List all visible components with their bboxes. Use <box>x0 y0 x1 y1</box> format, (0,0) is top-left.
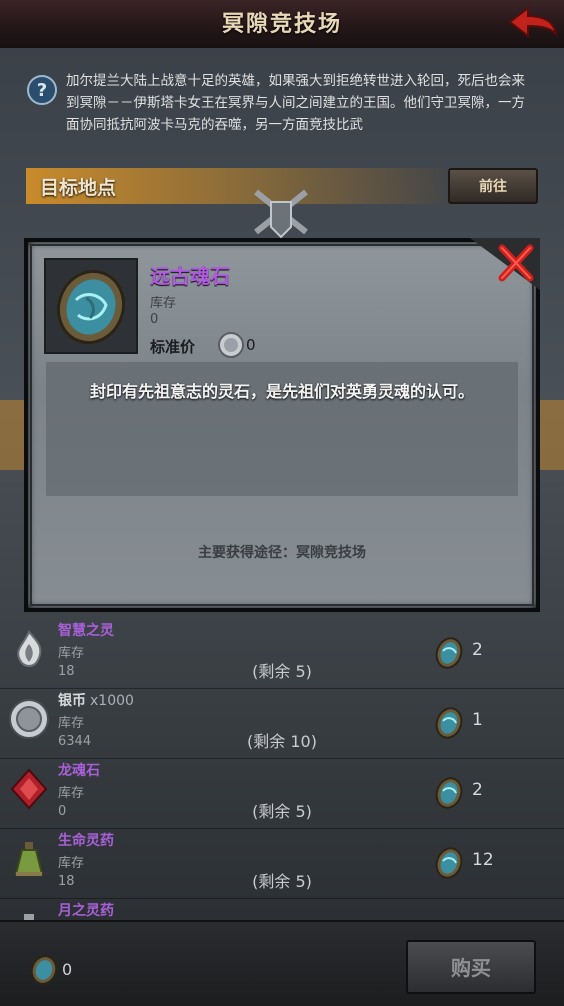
shop-item-remaining: (剩余 5) <box>252 872 312 891</box>
shop-item-quantity: x1000 <box>90 693 134 709</box>
item-price-value: 0 <box>246 336 256 354</box>
soulstone-cost-icon <box>432 706 466 740</box>
target-label: 目标地点 <box>40 177 117 199</box>
svg-text:?: ? <box>37 80 47 101</box>
silver-coin-icon <box>218 332 244 358</box>
currency-balance: 0 <box>62 960 73 979</box>
shop-item-cost: 1 <box>472 710 483 730</box>
arena-emblem-icon <box>236 182 326 242</box>
soulstone-cost-icon <box>432 776 466 810</box>
item-stock-value: 0 <box>150 312 159 327</box>
shop-item-remaining: (剩余 5) <box>252 662 312 681</box>
soulstone-currency-icon <box>28 954 60 986</box>
page-title: 冥隙竞技场 <box>221 12 342 37</box>
side-decor-left <box>0 400 24 470</box>
shop-item-name: 龙魂石 <box>58 763 100 779</box>
item-icon-frame <box>44 258 138 354</box>
shop-item-cost: 2 <box>472 640 483 660</box>
shop-item-remaining: (剩余 5) <box>252 802 312 821</box>
shop-item-remaining: (剩余 10) <box>247 732 317 751</box>
question-icon: ? <box>27 75 57 105</box>
side-decor-right <box>540 400 564 470</box>
shop-item-cost: 2 <box>472 780 483 800</box>
shop-item-name: 银币 x1000 <box>58 693 134 709</box>
item-stock-label: 库存 <box>150 296 177 311</box>
shop-item-name: 智慧之灵 <box>58 623 114 639</box>
shop-item-name: 月之灵药 <box>58 903 114 919</box>
soulstone-icon <box>57 269 125 345</box>
shop-item-name: 生命灵药 <box>58 833 114 849</box>
soulstone-cost-icon <box>432 636 466 670</box>
close-x-icon <box>470 238 540 290</box>
shop-item-cost: 12 <box>472 850 494 870</box>
back-arrow-icon <box>508 5 558 39</box>
modal-close-button[interactable] <box>470 238 540 290</box>
help-button[interactable]: ? <box>26 74 58 106</box>
soulstone-cost-icon <box>432 846 466 880</box>
back-button[interactable] <box>504 4 560 44</box>
intro-text: 加尔提兰大陆上战意十足的英雄，如果强大到拒绝转世进入轮回，死后也会来到冥隙－－伊… <box>66 73 525 133</box>
item-description: 封印有先祖意志的灵石，是先祖们对英勇灵魂的认可。 <box>89 382 474 401</box>
goto-button-label: 前往 <box>479 179 507 195</box>
item-price-label: 标准价 <box>150 338 196 356</box>
buy-button-label: 购买 <box>451 956 491 980</box>
item-source: 主要获得途径：冥隙竞技场 <box>198 545 366 561</box>
item-name: 远古魂石 <box>150 264 230 288</box>
